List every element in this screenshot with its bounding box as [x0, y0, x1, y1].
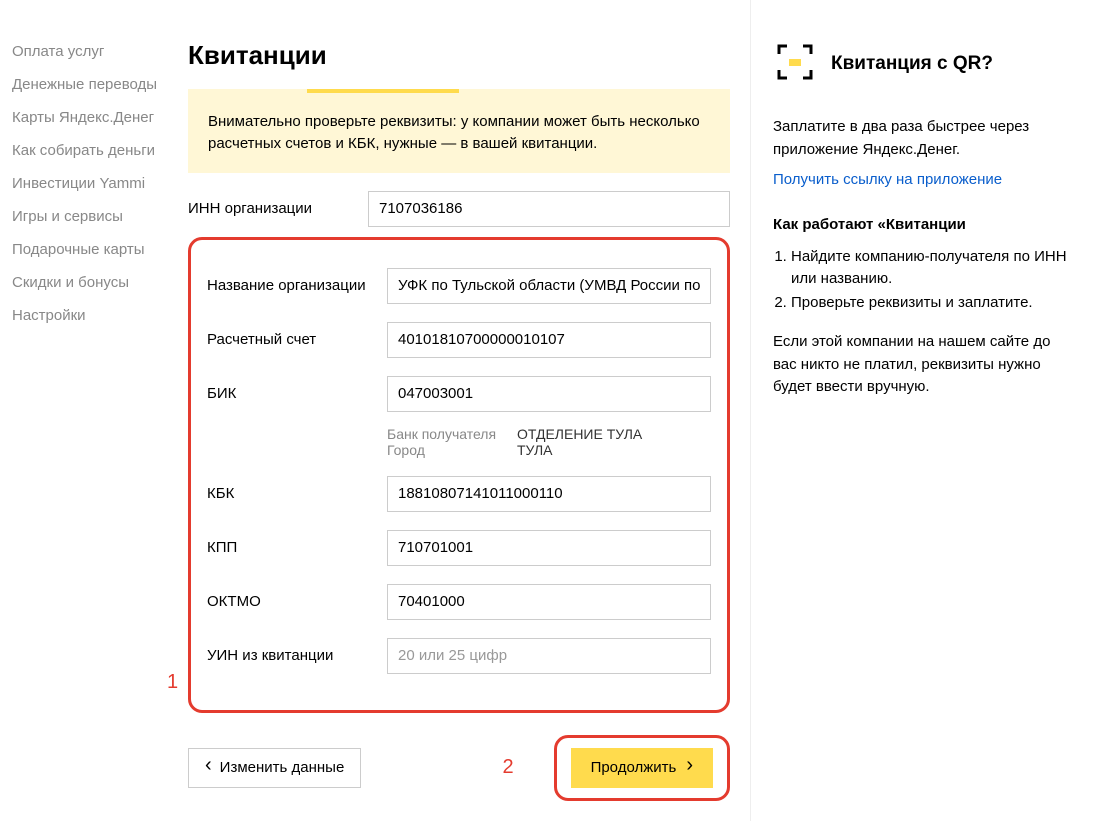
page-title: Квитанции: [188, 40, 730, 71]
sidebar-item-games[interactable]: Игры и сервисы: [0, 200, 180, 233]
step-2: Проверьте реквизиты и заплатите.: [791, 292, 1068, 314]
input-kpp[interactable]: [387, 530, 711, 566]
label-kpp: КПП: [207, 539, 387, 556]
right-note: Если этой компании на нашем сайте до вас…: [773, 331, 1068, 399]
right-panel: Квитанция с QR? Заплатите в два раза быс…: [750, 0, 1080, 821]
label-account: Расчетный счет: [207, 331, 387, 348]
app-link[interactable]: Получить ссылку на приложение: [773, 171, 1002, 188]
label-bank: Банк получателя: [387, 426, 507, 442]
label-orgname: Название организации: [207, 277, 387, 294]
sidebar-item-collect[interactable]: Как собирать деньги: [0, 134, 180, 167]
sidebar-item-transfers[interactable]: Денежные переводы: [0, 68, 180, 101]
input-kbk[interactable]: [387, 476, 711, 512]
label-oktmo: ОКТМО: [207, 593, 387, 610]
right-subhead: Как работают «Квитанции: [773, 214, 1068, 237]
value-city: ТУЛА: [517, 442, 553, 458]
continue-button-label: Продолжить: [591, 759, 677, 776]
back-button[interactable]: Изменить данные: [188, 748, 361, 788]
sidebar-item-cards[interactable]: Карты Яндекс.Денег: [0, 101, 180, 134]
chevron-left-icon: [205, 759, 212, 776]
chevron-right-icon: [686, 759, 693, 776]
label-bik: БИК: [207, 385, 387, 402]
annotation-1: 1: [167, 671, 178, 694]
back-button-label: Изменить данные: [220, 759, 345, 776]
qr-title: Квитанция с QR?: [831, 53, 993, 75]
action-bar: Изменить данные 2 Продолжить: [188, 735, 730, 801]
input-uin[interactable]: [387, 638, 711, 674]
input-orgname[interactable]: [387, 268, 711, 304]
sidebar-item-giftcards[interactable]: Подарочные карты: [0, 233, 180, 266]
bank-info: Банк получателя ОТДЕЛЕНИЕ ТУЛА Город ТУЛ…: [387, 426, 711, 458]
label-inn: ИНН организации: [188, 200, 368, 217]
input-bik[interactable]: [387, 376, 711, 412]
input-account[interactable]: [387, 322, 711, 358]
label-uin: УИН из квитанции: [207, 647, 387, 664]
sidebar: Оплата услуг Денежные переводы Карты Янд…: [0, 0, 180, 821]
label-kbk: КБК: [207, 485, 387, 502]
sidebar-item-settings[interactable]: Настройки: [0, 299, 180, 332]
qr-icon: [773, 40, 817, 88]
form-highlight-box: 1 Название организации Расчетный счет БИ…: [188, 237, 730, 713]
value-bank: ОТДЕЛЕНИЕ ТУЛА: [517, 426, 642, 442]
steps-list: Найдите компанию-получателя по ИНН или н…: [773, 246, 1068, 313]
annotation-2: 2: [502, 756, 513, 779]
step-1: Найдите компанию-получателя по ИНН или н…: [791, 246, 1068, 290]
sidebar-item-payments[interactable]: Оплата услуг: [0, 35, 180, 68]
continue-highlight-box: Продолжить: [554, 735, 730, 801]
right-p1: Заплатите в два раза быстрее через прило…: [773, 116, 1068, 161]
sidebar-item-discounts[interactable]: Скидки и бонусы: [0, 266, 180, 299]
continue-button[interactable]: Продолжить: [571, 748, 713, 788]
alert-banner: Внимательно проверьте реквизиты: у компа…: [188, 89, 730, 173]
input-oktmo[interactable]: [387, 584, 711, 620]
input-inn[interactable]: [368, 191, 730, 227]
main-content: Квитанции Внимательно проверьте реквизит…: [180, 0, 730, 821]
sidebar-item-invest[interactable]: Инвестиции Yammi: [0, 167, 180, 200]
label-city: Город: [387, 442, 507, 458]
